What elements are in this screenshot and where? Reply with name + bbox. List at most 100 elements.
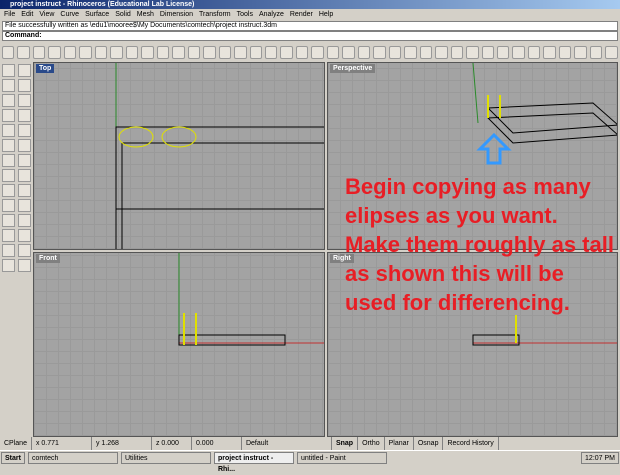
menu-item-mesh[interactable]: Mesh — [137, 9, 154, 20]
tool-button-icon[interactable] — [2, 94, 15, 107]
tool-button-icon[interactable] — [2, 154, 15, 167]
toolbar-button-icon[interactable] — [2, 45, 15, 59]
toolbar-button-icon[interactable] — [326, 45, 340, 59]
tool-button-icon[interactable] — [18, 199, 31, 212]
left-toolbar — [0, 62, 32, 298]
toolbar-button-icon[interactable] — [435, 45, 448, 59]
tool-button-icon[interactable] — [18, 124, 31, 137]
toolbar-button-icon[interactable] — [466, 45, 479, 59]
toolbar-button-icon[interactable] — [264, 45, 278, 59]
tool-button-icon[interactable] — [18, 229, 31, 242]
command-input[interactable]: Command: — [2, 31, 618, 41]
toolbar-button-icon[interactable] — [156, 45, 170, 59]
toolbar-button-icon[interactable] — [357, 45, 371, 59]
tool-button-icon[interactable] — [2, 244, 15, 257]
toolbar-button-icon[interactable] — [419, 45, 433, 59]
menu-item-file[interactable]: File — [4, 9, 15, 20]
tool-button-icon[interactable] — [2, 229, 15, 242]
menu-item-surface[interactable]: Surface — [85, 9, 109, 20]
tool-button-icon[interactable] — [2, 199, 15, 212]
tool-button-icon[interactable] — [2, 64, 15, 77]
toolbar-button-icon[interactable] — [543, 45, 556, 59]
menu-item-solid[interactable]: Solid — [115, 9, 131, 20]
toolbar-button-icon[interactable] — [481, 45, 494, 59]
tool-button-icon[interactable] — [18, 154, 31, 167]
menu-item-tools[interactable]: Tools — [237, 9, 253, 20]
toolbar-button-icon[interactable] — [125, 45, 139, 59]
tool-button-icon[interactable] — [18, 109, 31, 122]
toolbar-button-icon[interactable] — [187, 45, 201, 59]
viewport-top[interactable]: Top — [33, 62, 325, 250]
toolbar-button-icon[interactable] — [249, 45, 262, 59]
taskbar-item[interactable]: comtech — [27, 452, 118, 464]
toggle-record-history[interactable]: Record History — [443, 437, 499, 450]
menu-item-analyze[interactable]: Analyze — [259, 9, 284, 20]
tool-button-icon[interactable] — [18, 64, 31, 77]
menu-item-transform[interactable]: Transform — [199, 9, 231, 20]
tool-button-icon[interactable] — [18, 259, 31, 272]
tool-button-icon[interactable] — [2, 124, 15, 137]
tool-button-icon[interactable] — [2, 139, 15, 152]
toolbar-button-icon[interactable] — [280, 45, 293, 59]
menu-item-dimension[interactable]: Dimension — [160, 9, 193, 20]
toolbar-button-icon[interactable] — [141, 45, 154, 59]
toolbar-button-icon[interactable] — [295, 45, 309, 59]
toolbar-button-icon[interactable] — [373, 45, 386, 59]
command-history: File successfully written as \edu1\moore… — [2, 21, 618, 31]
toolbar-button-icon[interactable] — [17, 45, 30, 59]
toolbar-button-icon[interactable] — [342, 45, 355, 59]
toolbar-button-icon[interactable] — [32, 45, 46, 59]
tool-button-icon[interactable] — [2, 169, 15, 182]
tool-button-icon[interactable] — [18, 79, 31, 92]
tool-button-icon[interactable] — [2, 184, 15, 197]
toolbar-button-icon[interactable] — [94, 45, 108, 59]
z-coord: z 0.000 — [152, 437, 192, 450]
toolbar-button-icon[interactable] — [527, 45, 541, 59]
tool-button-icon[interactable] — [2, 109, 15, 122]
toolbar-button-icon[interactable] — [48, 45, 61, 59]
toolbar-button-icon[interactable] — [110, 45, 123, 59]
tool-button-icon[interactable] — [18, 244, 31, 257]
toolbar-button-icon[interactable] — [558, 45, 572, 59]
toggle-planar[interactable]: Planar — [385, 437, 414, 450]
tool-button-icon[interactable] — [18, 169, 31, 182]
toolbar-button-icon[interactable] — [589, 45, 603, 59]
toolbar-button-icon[interactable] — [605, 45, 618, 59]
toolbar-button-icon[interactable] — [497, 45, 510, 59]
toolbar-button-icon[interactable] — [203, 45, 216, 59]
menu-item-render[interactable]: Render — [290, 9, 313, 20]
tool-button-icon[interactable] — [18, 214, 31, 227]
taskbar-item[interactable]: project instruct - Rhi... — [213, 452, 294, 473]
start-button[interactable]: Start — [1, 452, 25, 464]
menu-item-edit[interactable]: Edit — [21, 9, 33, 20]
layer-selector[interactable]: Default — [242, 437, 332, 450]
toolbar-button-icon[interactable] — [234, 45, 247, 59]
tool-button-icon[interactable] — [2, 79, 15, 92]
toolbar-button-icon[interactable] — [79, 45, 92, 59]
tool-button-icon[interactable] — [2, 259, 15, 272]
menu-bar: File Edit View Curve Surface Solid Mesh Dimensi… — [0, 9, 620, 20]
tool-button-icon[interactable] — [18, 139, 31, 152]
toolbar-button-icon[interactable] — [388, 45, 402, 59]
toolbar-button-icon[interactable] — [404, 45, 417, 59]
cplane-label: CPlane — [0, 437, 32, 450]
toggle-osnap[interactable]: Osnap — [414, 437, 444, 450]
toolbar-button-icon[interactable] — [63, 45, 77, 59]
toolbar-button-icon[interactable] — [450, 45, 464, 59]
taskbar-item[interactable]: Utilities — [120, 452, 211, 464]
tool-button-icon[interactable] — [18, 184, 31, 197]
menu-item-view[interactable]: View — [39, 9, 54, 20]
toolbar-button-icon[interactable] — [172, 45, 185, 59]
toolbar-button-icon[interactable] — [512, 45, 525, 59]
toggle-ortho[interactable]: Ortho — [358, 437, 385, 450]
toolbar-button-icon[interactable] — [311, 45, 324, 59]
taskbar-item[interactable]: untitled - Paint — [296, 452, 387, 464]
viewport-front[interactable]: Front — [33, 252, 325, 437]
menu-item-help[interactable]: Help — [319, 9, 333, 20]
tool-button-icon[interactable] — [2, 214, 15, 227]
menu-item-curve[interactable]: Curve — [60, 9, 79, 20]
tool-button-icon[interactable] — [18, 94, 31, 107]
toolbar-button-icon[interactable] — [218, 45, 232, 59]
toggle-snap[interactable]: Snap — [332, 437, 359, 450]
toolbar-button-icon[interactable] — [574, 45, 587, 59]
